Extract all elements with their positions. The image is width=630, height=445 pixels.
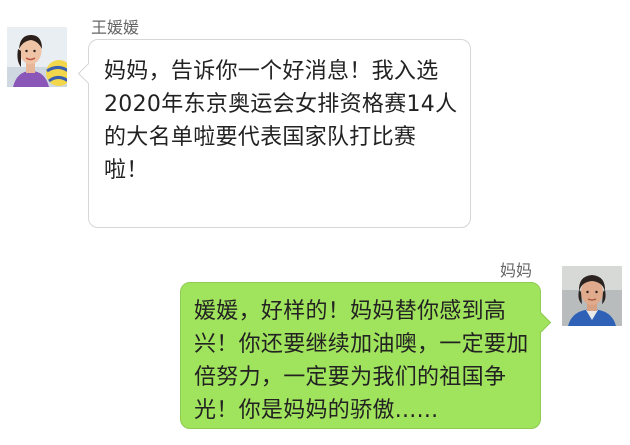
sender-avatar-mama[interactable] (562, 266, 622, 326)
incoming-message-text: 妈妈，告诉你一个好消息！我入选2020年东京奥运会女排资格赛14人的大名单啦要代… (104, 59, 458, 183)
sender-avatar-wang-yuanyuan[interactable] (7, 27, 67, 87)
sender-name-left: 王媛媛 (91, 18, 140, 37)
bubble-tail-right (529, 311, 552, 334)
bubble-tail-left (77, 62, 100, 85)
woman-portrait-avatar-icon (562, 266, 622, 326)
girl-with-volleyball-avatar-icon (7, 27, 67, 87)
outgoing-message-text: 媛媛，好样的！妈妈替你感到高兴！你还要继续加油噢，一定要加倍努力，一定要为我们的… (194, 299, 529, 423)
sender-name-right: 妈妈 (500, 261, 533, 280)
outgoing-message-bubble[interactable]: 媛媛，好样的！妈妈替你感到高兴！你还要继续加油噢，一定要加倍努力，一定要为我们的… (180, 282, 552, 429)
incoming-message-bubble[interactable]: 妈妈，告诉你一个好消息！我入选2020年东京奥运会女排资格赛14人的大名单啦要代… (77, 39, 471, 228)
